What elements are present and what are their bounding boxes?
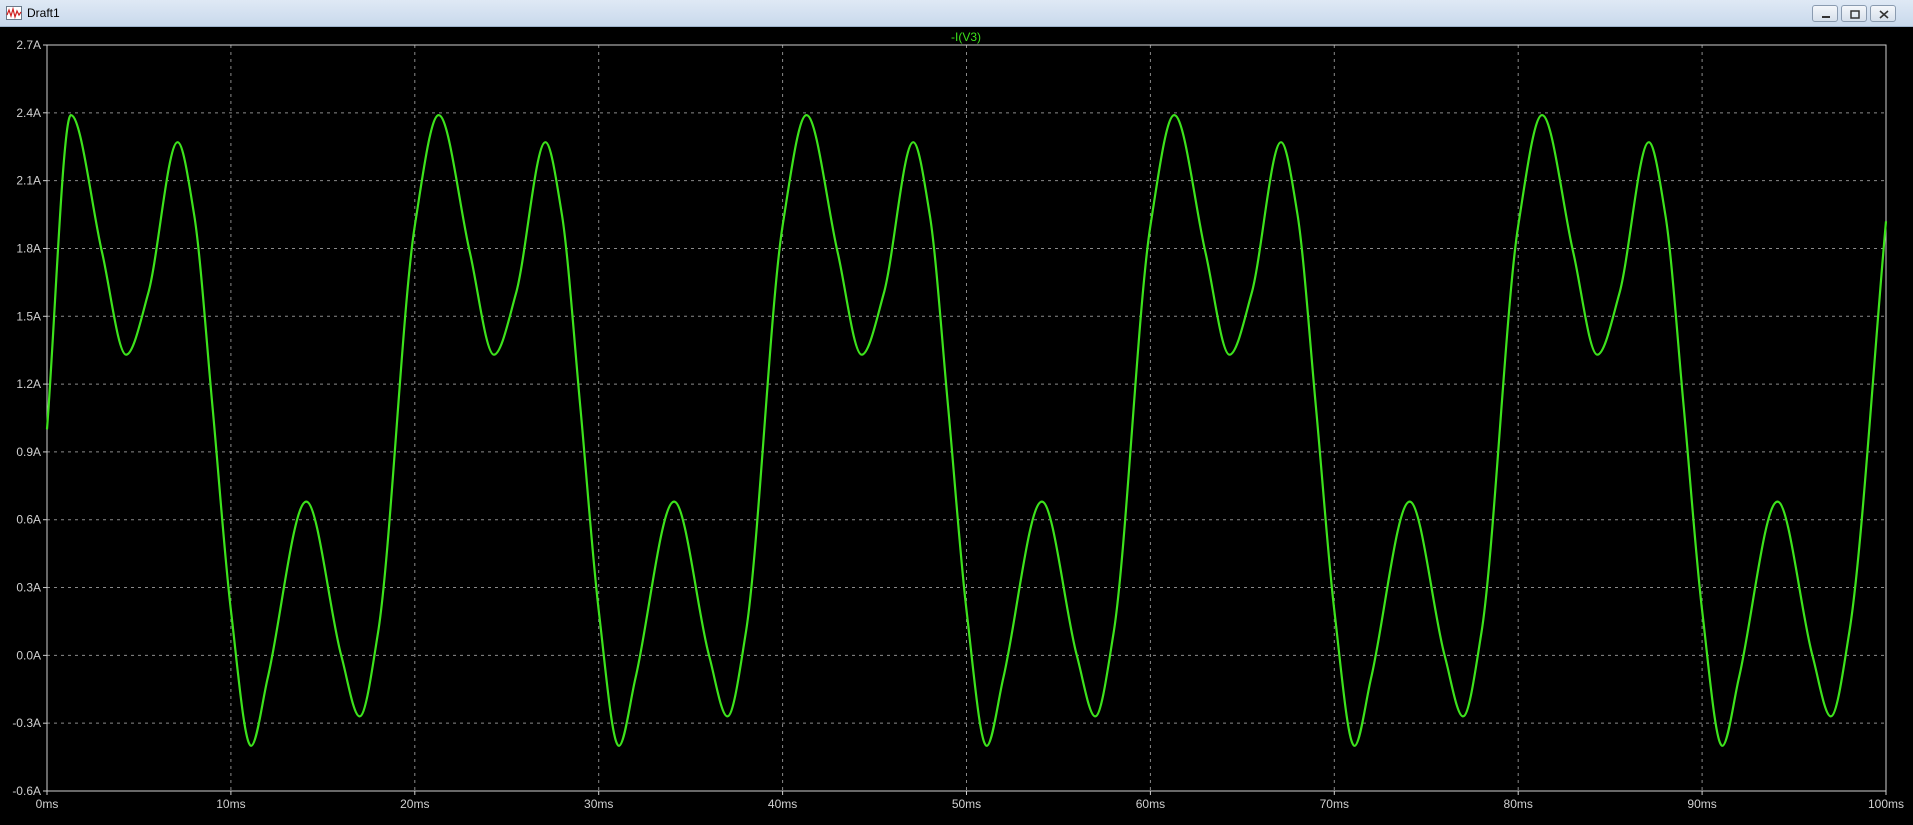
x-tick-label: 60ms <box>1136 797 1165 811</box>
y-tick-label: -0.6A <box>12 784 41 798</box>
minimize-button[interactable] <box>1812 5 1838 22</box>
close-icon <box>1879 10 1889 19</box>
y-tick-label: 0.0A <box>16 648 41 662</box>
x-axis-ticks: 0ms 10ms 20ms 30ms 40ms 50ms 60ms 70ms 80ms 90ms 1… <box>36 791 1904 811</box>
x-tick-label: 0ms <box>36 797 59 811</box>
plot-pane[interactable]: 2.7A 2.4A 2.1A 1.8A 1.5A 1.2A 0.9A 0.6A 0.3A 0.0A… <box>0 27 1913 825</box>
y-tick-label: 1.2A <box>16 377 41 391</box>
restore-icon <box>1850 10 1860 19</box>
x-tick-label: 30ms <box>584 797 613 811</box>
grid-lines <box>47 45 1886 791</box>
y-tick-label: 2.1A <box>16 174 41 188</box>
x-tick-label: 20ms <box>400 797 429 811</box>
close-button[interactable] <box>1870 5 1896 22</box>
y-tick-label: 1.5A <box>16 309 41 323</box>
waveform-plot[interactable]: 2.7A 2.4A 2.1A 1.8A 1.5A 1.2A 0.9A 0.6A 0.3A 0.0A… <box>0 27 1913 825</box>
y-tick-label: 0.6A <box>16 513 41 527</box>
x-tick-label: 80ms <box>1504 797 1533 811</box>
y-tick-label: 0.9A <box>16 445 41 459</box>
x-tick-label: 10ms <box>216 797 245 811</box>
y-tick-label: 2.7A <box>16 38 41 52</box>
trace-label[interactable]: -I(V3) <box>951 30 981 44</box>
restore-button[interactable] <box>1841 5 1867 22</box>
y-tick-label: 2.4A <box>16 106 41 120</box>
x-tick-label: 100ms <box>1868 797 1904 811</box>
waveform-app-icon <box>6 6 22 20</box>
y-axis-ticks: 2.7A 2.4A 2.1A 1.8A 1.5A 1.2A 0.9A 0.6A 0.3A 0.0A… <box>12 38 47 798</box>
window-title: Draft1 <box>27 6 60 20</box>
x-tick-label: 40ms <box>768 797 797 811</box>
y-tick-label: 1.8A <box>16 241 41 255</box>
x-tick-label: 70ms <box>1320 797 1349 811</box>
x-tick-label: 90ms <box>1687 797 1716 811</box>
window-titlebar: Draft1 <box>0 0 1913 27</box>
y-tick-label: 0.3A <box>16 581 41 595</box>
minimize-icon <box>1822 16 1830 18</box>
y-tick-label: -0.3A <box>12 716 41 730</box>
x-tick-label: 50ms <box>952 797 981 811</box>
